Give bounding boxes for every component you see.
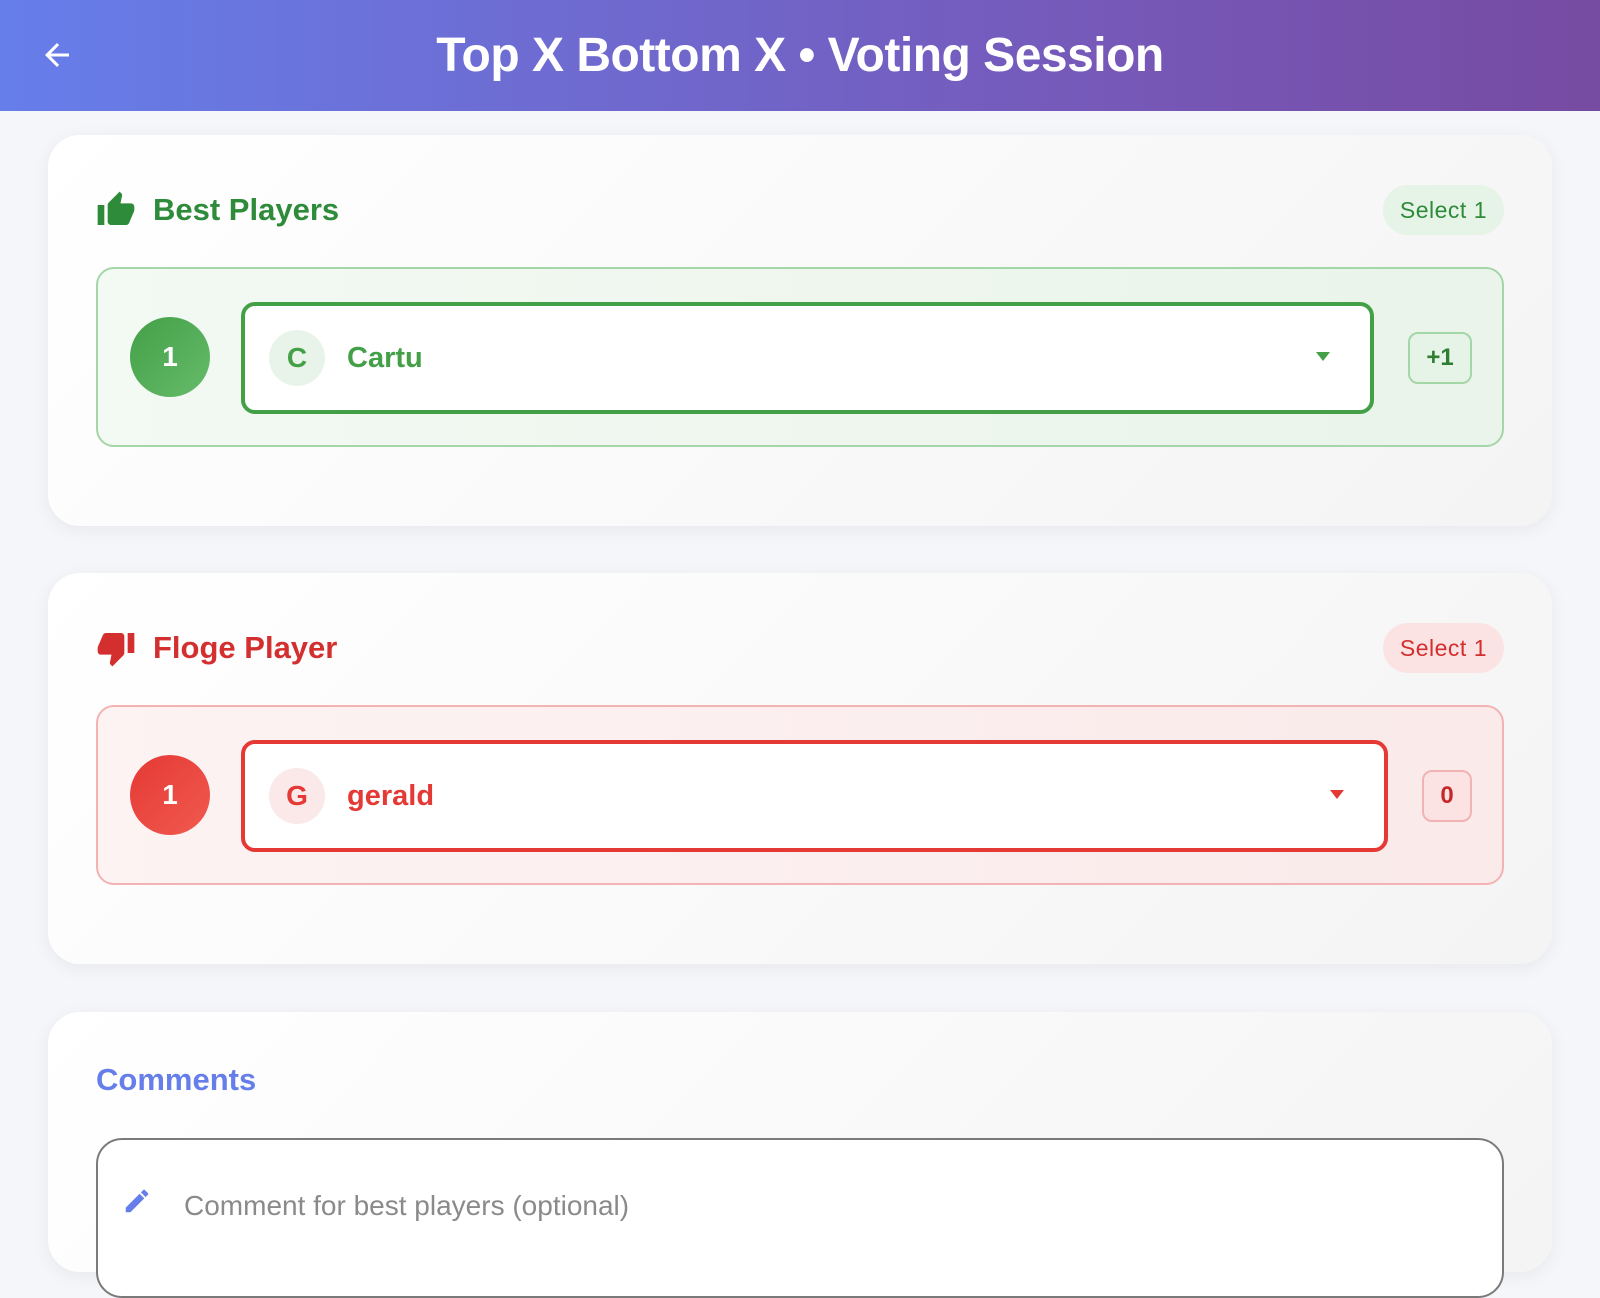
- caret-down-icon: [1316, 352, 1330, 361]
- selected-player-name: Cartu: [347, 341, 423, 374]
- thumbs-down-icon: [96, 628, 136, 668]
- floge-player-title: Floge Player: [153, 630, 338, 665]
- rank-badge: 1: [130, 317, 210, 397]
- score-badge: 0: [1422, 770, 1472, 822]
- selected-player-name: gerald: [347, 779, 435, 812]
- select-count-chip: Select 1: [1382, 185, 1504, 235]
- comments-card: Comments Comment for best players (optio…: [48, 1012, 1552, 1298]
- floge-player-slot: 1 G gerald 0: [96, 705, 1504, 885]
- score-badge: +1: [1408, 332, 1472, 384]
- comments-title: Comments: [96, 1062, 257, 1097]
- avatar: C: [269, 330, 325, 386]
- avatar: G: [269, 768, 325, 824]
- floge-player-header: Floge Player Select 1: [96, 623, 1504, 673]
- arrow-left-icon: [45, 43, 69, 67]
- back-button[interactable]: [34, 32, 80, 78]
- best-player-dropdown[interactable]: C Cartu: [241, 302, 1374, 414]
- best-players-title: Best Players: [153, 192, 340, 227]
- comment-input[interactable]: Comment for best players (optional): [96, 1138, 1504, 1298]
- app-bar: Top X Bottom X • Voting Session: [0, 0, 1600, 111]
- pencil-icon: [125, 1189, 149, 1213]
- caret-down-icon: [1330, 790, 1344, 799]
- rank-badge: 1: [130, 755, 210, 835]
- select-count-chip: Select 1: [1382, 623, 1504, 673]
- best-players-card: Best Players Select 1 1 C Cartu +1: [48, 135, 1552, 526]
- floge-player-dropdown[interactable]: G gerald: [241, 740, 1388, 852]
- best-player-slot: 1 C Cartu +1: [96, 267, 1504, 447]
- best-players-header: Best Players Select 1: [96, 185, 1504, 235]
- page-title: Top X Bottom X • Voting Session: [436, 29, 1164, 82]
- thumbs-up-icon: [96, 190, 136, 230]
- floge-player-card: Floge Player Select 1 1 G gerald 0: [48, 573, 1552, 964]
- comment-placeholder: Comment for best players (optional): [184, 1190, 630, 1221]
